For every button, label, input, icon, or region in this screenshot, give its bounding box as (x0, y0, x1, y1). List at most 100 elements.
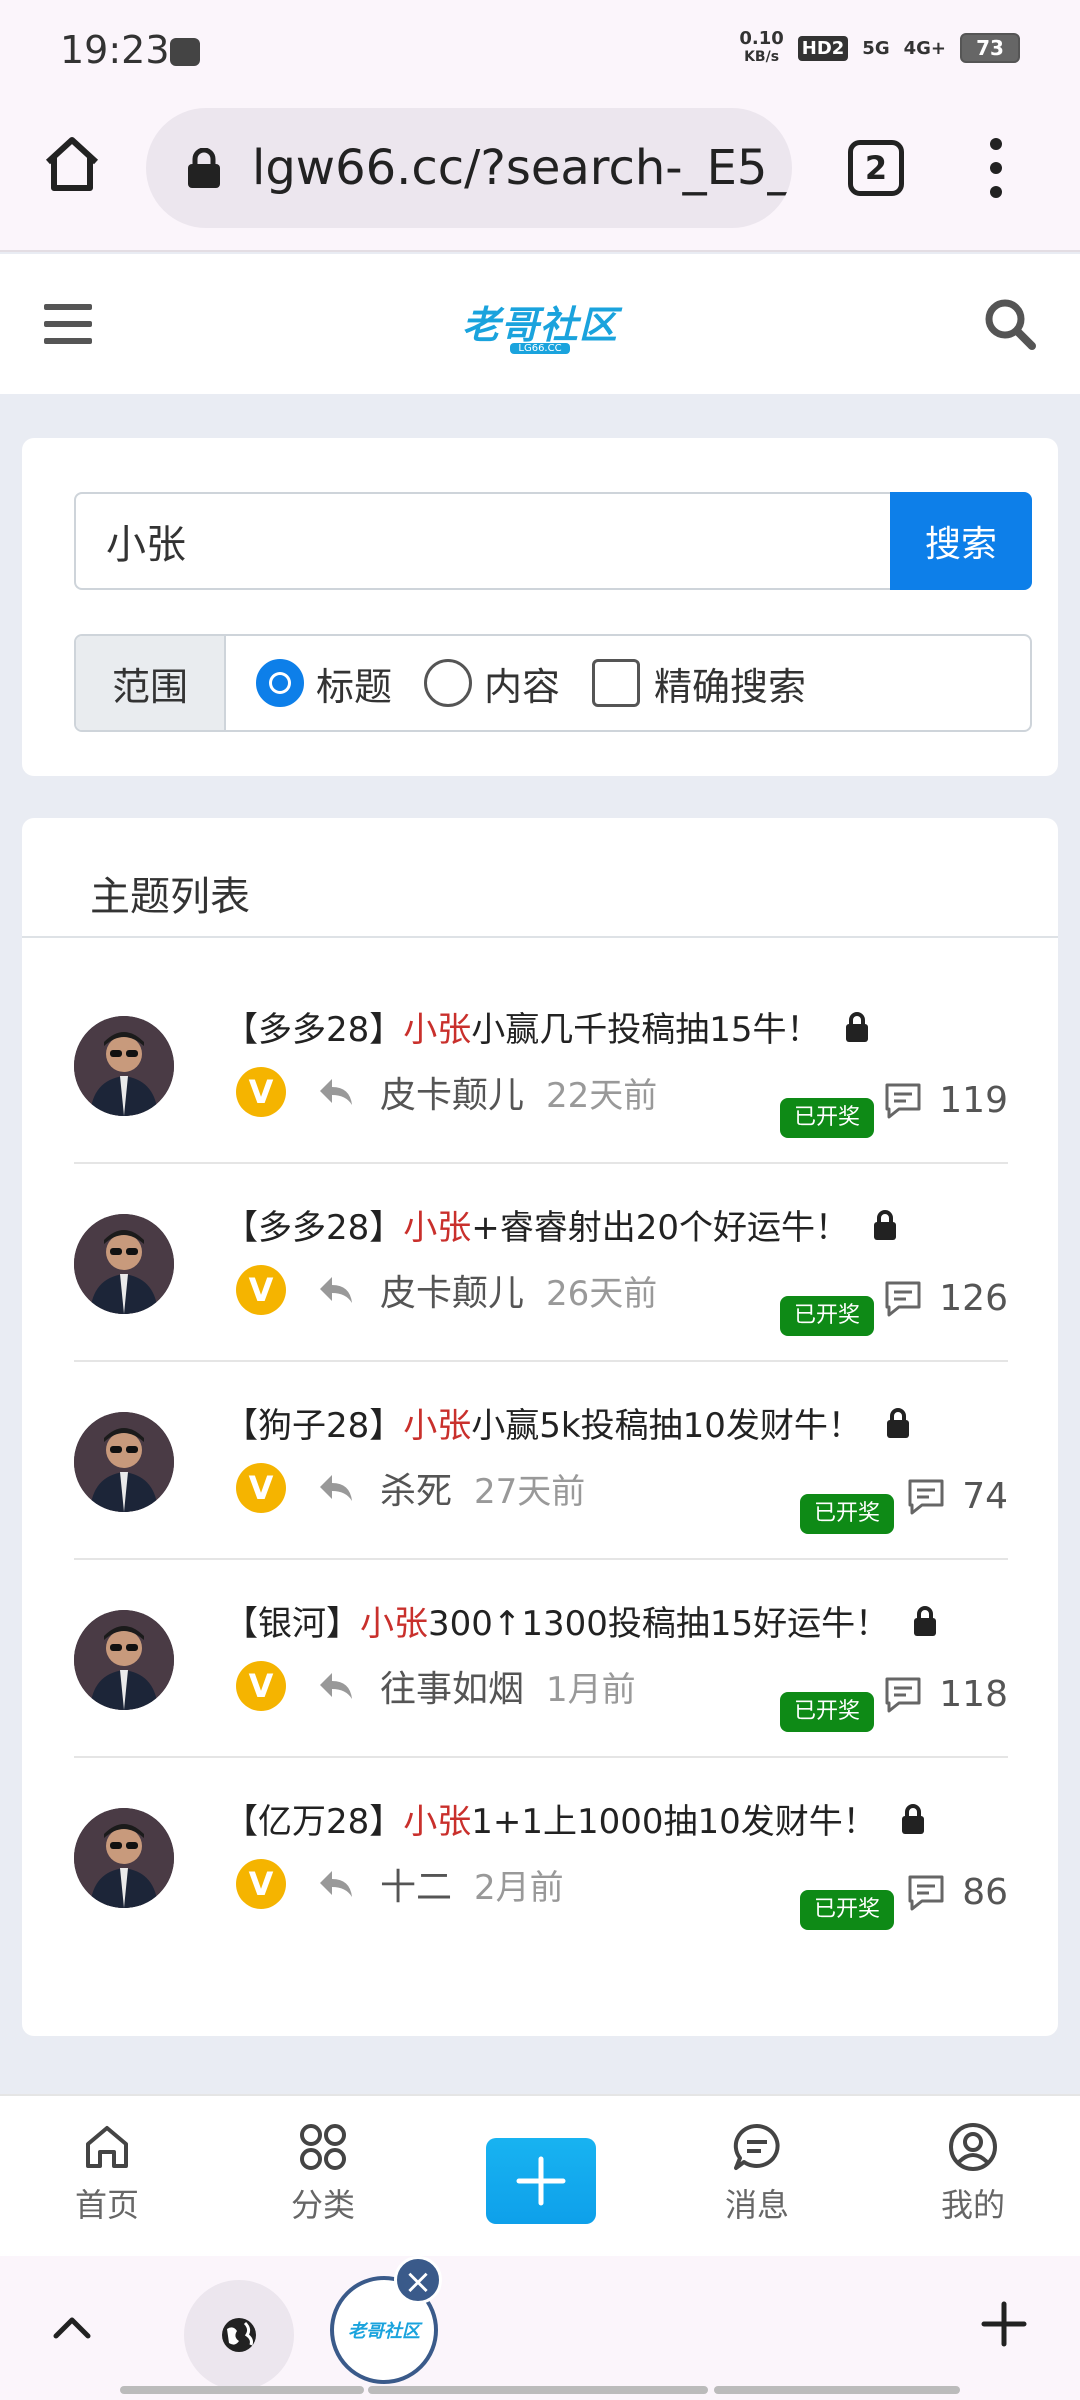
home-icon[interactable] (40, 132, 104, 196)
topic-item[interactable]: 【多多28】 小张 小赢几千投稿抽15牛！ V 皮卡颠儿 22天前 已开奖 11… (74, 966, 1008, 1164)
comment-count: 74 (906, 1476, 1008, 1517)
search-button[interactable]: 搜索 (890, 492, 1032, 590)
new-tab-icon[interactable] (980, 2300, 1028, 2348)
network-speed: 0.10 KB/s (739, 30, 783, 66)
user-avatar[interactable] (74, 1412, 174, 1512)
nav-home[interactable]: 首页 (52, 2120, 162, 2226)
status-badge: 已开奖 (800, 1890, 895, 1930)
scope-options: 标题 内容 精确搜索 (226, 636, 1030, 730)
grid-icon (300, 2124, 346, 2170)
scope-option-content[interactable]: 内容 (424, 656, 560, 711)
site-header: 老哥社区 LG66.CC (0, 254, 1080, 394)
topic-time: 1月前 (546, 1669, 636, 1710)
nav-mine[interactable]: 我的 (918, 2120, 1028, 2226)
lock-icon (874, 1209, 897, 1240)
topic-title-suffix: 1+1上1000抽10发财牛！ (471, 1802, 877, 1842)
user-avatar[interactable] (74, 1808, 174, 1908)
battery-icon: 73 (960, 33, 1020, 63)
comment-count-value: 86 (962, 1872, 1008, 1913)
status-icons: 0.10 KB/s HD2 5G 4G+ 73 (739, 30, 1020, 66)
comment-icon (885, 1083, 921, 1118)
comment-icon (885, 1677, 921, 1712)
new-post-button[interactable] (486, 2138, 596, 2224)
vip-icon: V (236, 1661, 286, 1711)
chevron-up-icon[interactable] (50, 2306, 94, 2346)
site-logo[interactable]: 老哥社区 LG66.CC (460, 294, 620, 354)
close-icon[interactable]: × (394, 2256, 442, 2304)
topic-author[interactable]: 杀死 (380, 1462, 452, 1514)
topic-title-prefix: 【多多28】 (224, 1208, 404, 1248)
scope-option-label: 内容 (484, 664, 561, 709)
topic-title-prefix: 【银河】 (224, 1604, 360, 1644)
comment-count-value: 74 (962, 1476, 1008, 1517)
chat-icon (733, 2123, 780, 2170)
topic-title-suffix: 小赢几千投稿抽15牛！ (471, 1010, 821, 1050)
search-icon[interactable] (980, 294, 1040, 354)
network-speed-unit: KB/s (744, 49, 780, 65)
gesture-indicator (120, 2386, 364, 2394)
topic-time: 2月前 (474, 1867, 564, 1908)
topic-title[interactable]: 【亿万28】 小张 1+1上1000抽10发财牛！ (224, 1794, 925, 1843)
topic-title-keyword: 小张 (403, 1802, 472, 1842)
status-badge: 已开奖 (800, 1494, 895, 1534)
status-time: 19:23 (60, 28, 170, 72)
search-input[interactable]: 小张 (74, 492, 890, 590)
topic-item[interactable]: 【银河】 小张 300↑1300投稿抽15好运牛！ V 往事如烟 1月前 已开奖… (74, 1560, 1008, 1758)
topic-list-card: 主题列表 【多多28】 小张 小赢几千投稿抽15牛！ V 皮卡颠儿 22天前 已… (22, 818, 1058, 2036)
user-avatar[interactable] (74, 1610, 174, 1710)
scope-option-label: 标题 (316, 664, 393, 709)
nav-label: 首页 (74, 2186, 139, 2224)
topic-author[interactable]: 皮卡颠儿 (380, 1066, 524, 1118)
topic-title[interactable]: 【多多28】 小张 小赢几千投稿抽15牛！ (224, 1002, 869, 1051)
topic-author[interactable]: 十二 (380, 1858, 452, 1910)
topic-item[interactable]: 【多多28】 小张 +睿睿射出20个好运牛！ V 皮卡颠儿 26天前 已开奖 1… (74, 1164, 1008, 1362)
topic-title[interactable]: 【多多28】 小张 +睿睿射出20个好运牛！ (224, 1200, 897, 1249)
gesture-indicator (368, 2386, 708, 2394)
user-avatar[interactable] (74, 1016, 174, 1116)
lock-icon (914, 1605, 937, 1636)
comment-count-value: 126 (939, 1278, 1008, 1319)
more-menu-icon[interactable] (984, 138, 1008, 198)
checkbox-exact[interactable] (592, 659, 641, 707)
nav-messages[interactable]: 消息 (702, 2120, 812, 2226)
topic-title-prefix: 【多多28】 (224, 1010, 404, 1050)
hd-icon: HD2 (797, 35, 849, 61)
search-scope: 范围 标题 内容 精确搜索 (74, 634, 1032, 732)
browser-tab-globe[interactable] (184, 2280, 294, 2390)
logo-subtext: LG66.CC (510, 343, 570, 354)
topic-item[interactable]: 【亿万28】 小张 1+1上1000抽10发财牛！ V 十二 2月前 已开奖 8… (74, 1758, 1008, 1956)
tab-switcher-button[interactable]: 2 (848, 140, 904, 196)
network-speed-value: 0.10 (739, 28, 784, 49)
hamburger-menu-icon[interactable] (44, 304, 92, 344)
comment-count: 86 (906, 1872, 1008, 1913)
comment-icon (885, 1281, 921, 1316)
topic-item[interactable]: 【狗子28】 小张 小赢5k投稿抽10发财牛！ V 杀死 27天前 已开奖 74 (74, 1362, 1008, 1560)
status-badge: 已开奖 (780, 1098, 875, 1138)
scope-option-title[interactable]: 标题 (256, 656, 392, 711)
lock-icon (188, 148, 220, 188)
user-avatar[interactable] (74, 1214, 174, 1314)
scope-option-label: 精确搜索 (654, 664, 807, 709)
topic-time: 27天前 (474, 1471, 586, 1512)
signal-4g-icon: 4G+ (903, 37, 946, 59)
lock-icon (845, 1011, 868, 1042)
vip-icon: V (236, 1265, 286, 1315)
url-bar[interactable]: lgw66.cc/?search-_E5_E (146, 108, 792, 228)
search-form: 小张 搜索 (74, 492, 1032, 590)
topic-author[interactable]: 往事如烟 (380, 1660, 524, 1712)
topic-title[interactable]: 【银河】 小张 300↑1300投稿抽15好运牛！ (224, 1596, 937, 1645)
radio-title[interactable] (256, 659, 304, 707)
reply-icon (320, 1475, 352, 1501)
topic-author[interactable]: 皮卡颠儿 (380, 1264, 524, 1316)
topic-title-keyword: 小张 (403, 1208, 472, 1248)
browser-bottom-bar: 老哥社区 × (0, 2256, 1080, 2400)
nav-label: 消息 (724, 2186, 789, 2224)
scope-option-exact[interactable]: 精确搜索 (592, 656, 806, 711)
radio-content[interactable] (424, 659, 473, 707)
topic-meta: V 杀死 27天前 (236, 1462, 585, 1514)
topic-title[interactable]: 【狗子28】 小张 小赢5k投稿抽10发财牛！ (224, 1398, 910, 1447)
comment-icon (908, 1875, 944, 1910)
nav-category[interactable]: 分类 (268, 2120, 378, 2226)
topic-meta: V 皮卡颠儿 26天前 (236, 1264, 657, 1316)
browser-toolbar: lgw66.cc/?search-_E5_E 2 (0, 100, 1080, 252)
